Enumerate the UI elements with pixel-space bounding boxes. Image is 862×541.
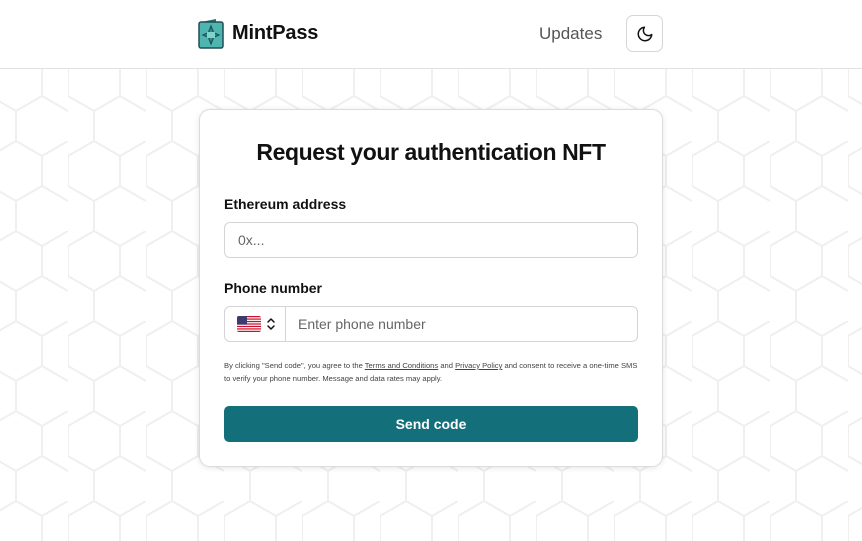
theme-toggle-button[interactable] xyxy=(626,15,663,52)
consent-text-part: and xyxy=(438,361,456,370)
request-nft-form-card: Request your authentication NFT Ethereum… xyxy=(199,109,663,467)
terms-and-conditions-link[interactable]: Terms and Conditions xyxy=(365,361,438,370)
top-navigation-bar: MintPass Updates xyxy=(0,0,862,69)
brand-name: MintPass xyxy=(232,22,319,44)
phone-number-input[interactable] xyxy=(286,307,637,341)
nav-link-updates[interactable]: Updates xyxy=(539,24,602,44)
phone-number-label: Phone number xyxy=(224,280,323,296)
ethereum-address-label: Ethereum address xyxy=(224,196,347,212)
country-code-select[interactable] xyxy=(225,307,286,341)
moon-icon xyxy=(637,26,652,41)
privacy-policy-link[interactable]: Privacy Policy xyxy=(455,361,502,370)
send-code-button[interactable]: Send code xyxy=(224,406,638,442)
phone-number-field xyxy=(224,306,638,342)
ethereum-address-input[interactable] xyxy=(224,222,638,258)
us-flag-icon xyxy=(237,316,261,332)
brand-home-link[interactable]: MintPass xyxy=(198,18,318,49)
consent-text: By clicking "Send code", you agree to th… xyxy=(224,359,638,385)
mintpass-logo-icon xyxy=(198,19,224,49)
page-title: Request your authentication NFT xyxy=(256,139,606,165)
chevron-up-down-icon xyxy=(267,318,275,330)
consent-text-part: By clicking "Send code", you agree to th… xyxy=(224,361,365,370)
